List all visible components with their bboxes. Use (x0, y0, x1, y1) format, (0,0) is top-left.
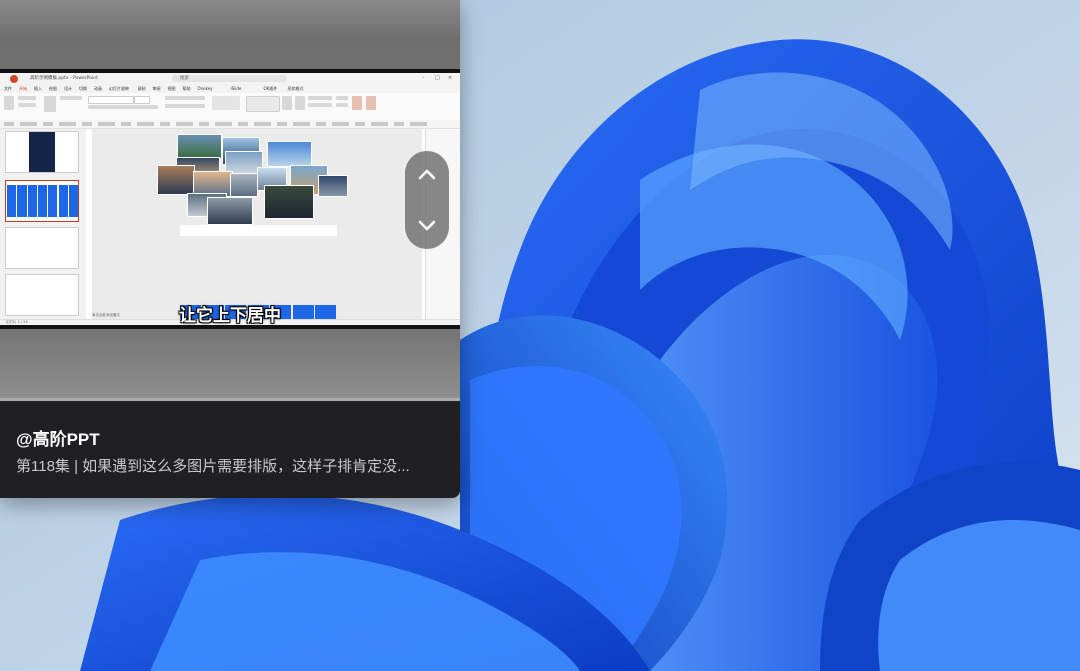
blue-panel-mini (27, 185, 37, 217)
plugin-toolbar-button[interactable] (410, 122, 427, 126)
blue-panel-mini (37, 185, 48, 217)
plugin-toolbar-button[interactable] (121, 122, 131, 126)
plugin-toolbar-button[interactable] (20, 122, 37, 126)
plugin-toolbar-button[interactable] (199, 122, 209, 126)
landscape-photo[interactable] (230, 173, 258, 197)
plugin-toolbar-button[interactable] (394, 122, 404, 126)
ppt-tab[interactable]: 帮助 (183, 86, 191, 92)
plugin-toolbar-button[interactable] (277, 122, 287, 126)
plugin-toolbar-button[interactable] (160, 122, 170, 126)
plugin-toolbar-button[interactable] (332, 122, 349, 126)
video-player-card[interactable]: 高阶示例模板.pptx - PowerPoint 搜索 – □ × 文件 开始 插入… (0, 0, 460, 498)
layout-icon[interactable] (60, 96, 82, 100)
landscape-photo[interactable] (207, 197, 253, 225)
plugin-toolbar-button[interactable] (4, 122, 14, 126)
minimize-icon[interactable]: – (422, 75, 425, 81)
landscape-photo[interactable] (267, 141, 312, 167)
author-handle[interactable]: @高阶PPT (16, 425, 100, 450)
episode-title[interactable]: 第118集 | 如果遇到这么多图片需要排版，这样子排肯定没... (16, 455, 410, 476)
paste-icon[interactable] (4, 96, 14, 110)
replace-button[interactable] (336, 103, 348, 107)
font-size-field[interactable] (134, 96, 150, 104)
shape-fill-button[interactable] (308, 96, 332, 100)
plugin-toolbar-button[interactable] (355, 122, 365, 126)
powerpoint-logo-icon (10, 75, 18, 83)
close-icon[interactable]: × (448, 75, 452, 81)
arrange-icon[interactable] (282, 96, 292, 110)
ppt-tab[interactable]: 视图 (168, 86, 176, 92)
font-format-buttons[interactable] (88, 105, 158, 109)
plugin-toolbar-button[interactable] (137, 122, 154, 126)
ppt-tab[interactable]: 录制 (138, 86, 146, 92)
font-name-field[interactable] (88, 96, 134, 104)
slide-thumbnail-3[interactable] (5, 227, 79, 269)
plugin-toolbar-button[interactable] (254, 122, 271, 126)
align-buttons[interactable] (165, 104, 205, 108)
ppt-search-placeholder: 搜索 (180, 76, 189, 81)
ppt-tab[interactable]: Onekey (198, 86, 213, 91)
plugin-toolbar-button[interactable] (59, 122, 76, 126)
cut-icon[interactable] (18, 96, 36, 100)
slide-thumbnail-1[interactable] (5, 131, 79, 173)
plugin-toolbar-button[interactable] (43, 122, 53, 126)
blue-panel-mini (17, 185, 27, 217)
plugin-toolbar-button[interactable] (176, 122, 193, 126)
slide-top-strip (180, 225, 337, 236)
copy-icon[interactable] (18, 103, 36, 107)
video-scroll-control (405, 151, 449, 249)
blue-panel-mini (68, 185, 79, 217)
ppt-tab[interactable]: 设计 (64, 86, 72, 92)
dictate-icon[interactable] (352, 96, 362, 110)
chevron-down-icon[interactable] (415, 213, 439, 237)
ppt-tab[interactable]: 形状格式 (288, 86, 304, 92)
ppt-window-title: 高阶示例模板.pptx - PowerPoint (30, 76, 98, 81)
blue-panel-mini (48, 185, 58, 217)
quick-styles-icon[interactable] (295, 96, 305, 110)
ppt-tab[interactable]: 文件 (4, 86, 12, 92)
shapes-gallery[interactable] (246, 96, 280, 112)
paragraph-buttons[interactable] (165, 96, 205, 100)
landscape-photo[interactable] (177, 134, 222, 159)
new-slide-icon[interactable] (44, 96, 56, 112)
landscape-photo[interactable] (157, 165, 195, 195)
ppt-tab[interactable]: 审阅 (153, 86, 161, 92)
text-direction-group[interactable] (212, 96, 240, 110)
ppt-tab[interactable]: 插入 (34, 86, 42, 92)
plugin-toolbar-button[interactable] (293, 122, 310, 126)
ppt-tab[interactable]: OK插件 (264, 86, 278, 92)
landscape-photo[interactable] (264, 185, 314, 219)
ppt-tab[interactable]: 绘图 (49, 86, 57, 92)
ppt-tab[interactable]: iSlide (231, 86, 242, 91)
video-frame[interactable]: 高阶示例模板.pptx - PowerPoint 搜索 – □ × 文件 开始 插入… (0, 69, 460, 329)
dark-rectangle (29, 132, 55, 172)
video-subtitle: 让它上下居中 (179, 306, 281, 326)
ppt-tab[interactable]: 幻灯片放映 (109, 86, 129, 92)
plugin-toolbar-button[interactable] (215, 122, 232, 126)
ppt-tab[interactable]: 动画 (94, 86, 102, 92)
maximize-icon[interactable]: □ (435, 75, 440, 81)
shape-outline-button[interactable] (308, 103, 332, 107)
plugin-toolbar-button[interactable] (316, 122, 326, 126)
video-area[interactable]: 高阶示例模板.pptx - PowerPoint 搜索 – □ × 文件 开始 插入… (0, 0, 460, 400)
ppt-tab[interactable]: 开始 (19, 86, 27, 92)
blue-panel-mini (58, 185, 68, 217)
plugin-toolbar-button[interactable] (238, 122, 248, 126)
plugin-toolbar-button[interactable] (82, 122, 92, 126)
ppt-tab[interactable]: 切换 (79, 86, 87, 92)
slide-thumbnail-2[interactable] (5, 180, 79, 222)
find-button[interactable] (336, 96, 348, 100)
landscape-photo[interactable] (318, 175, 348, 197)
blue-panel-mini (7, 185, 17, 217)
designer-icon[interactable] (366, 96, 376, 110)
chevron-up-icon[interactable] (415, 163, 439, 187)
plugin-toolbar-button[interactable] (371, 122, 388, 126)
plugin-toolbar-button[interactable] (98, 122, 115, 126)
ppt-search-box[interactable] (172, 75, 287, 82)
